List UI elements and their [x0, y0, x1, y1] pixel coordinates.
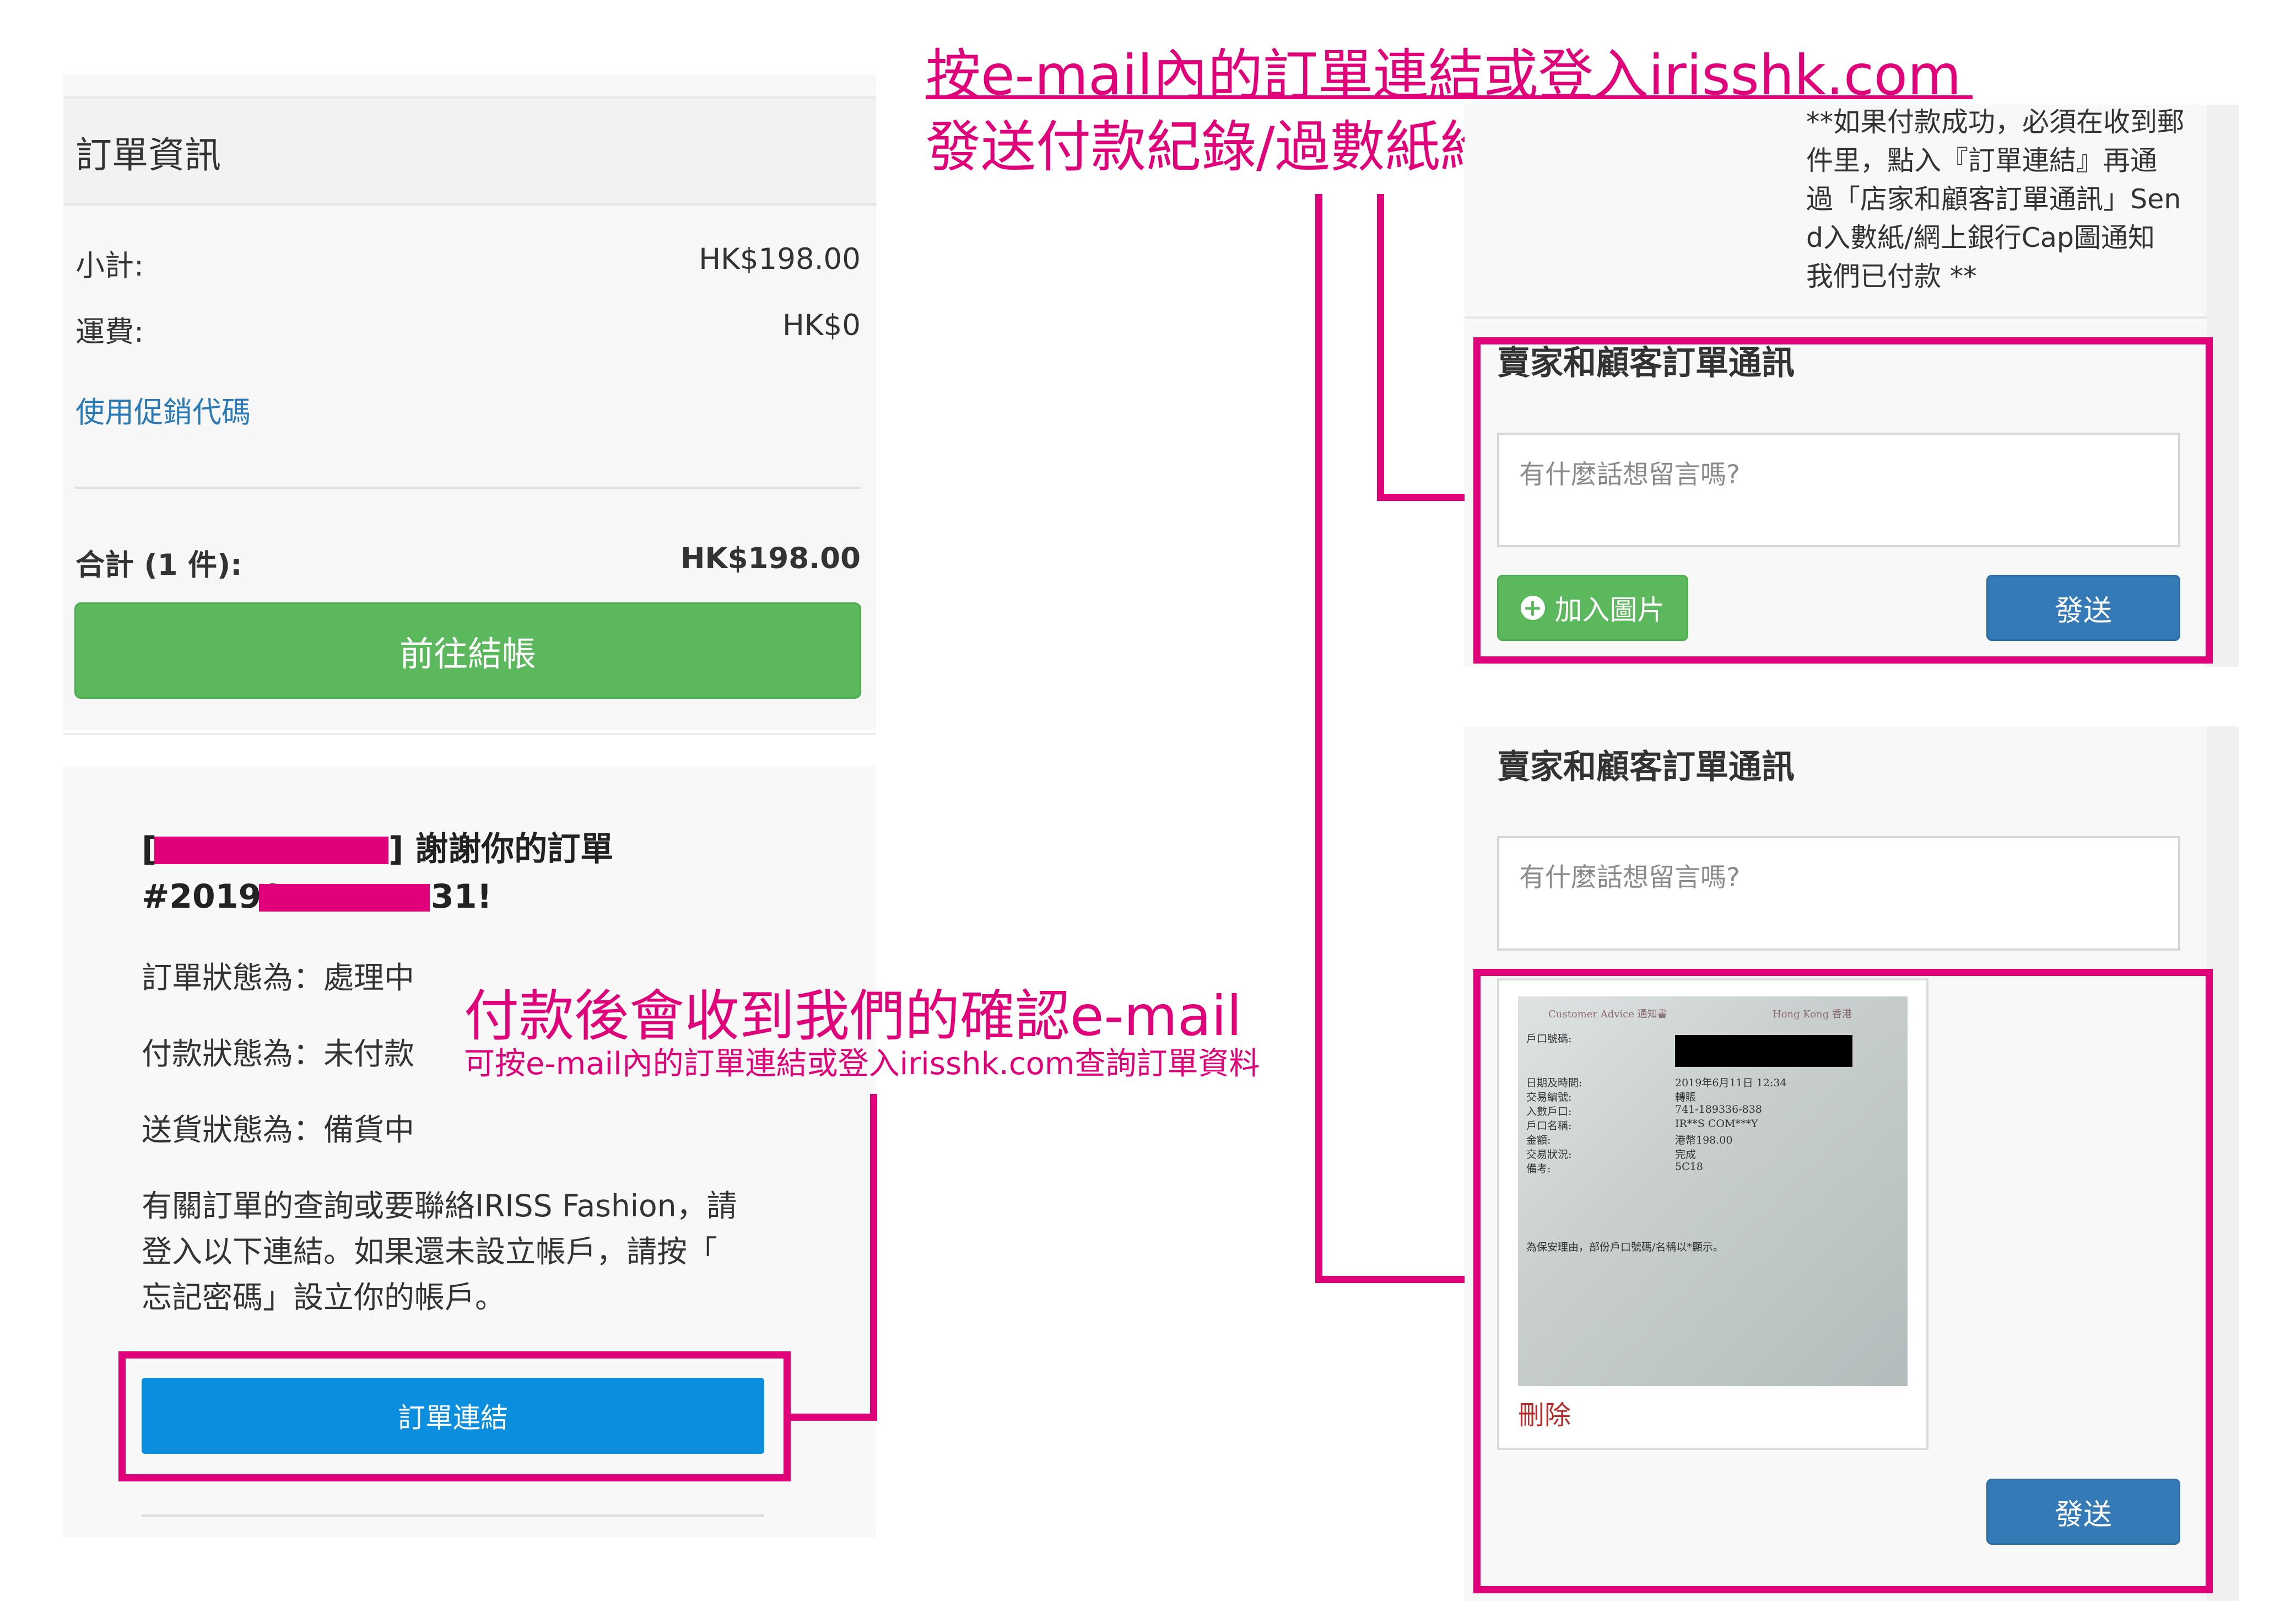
connector-to-box1-horizontal [1377, 494, 1473, 501]
panel-separator [63, 733, 876, 735]
message-box-2-title: 賣家和顧客訂單通訊 [1497, 748, 1795, 786]
order-info-divider [74, 487, 861, 489]
highlight-message-box-2 [1473, 969, 2213, 1593]
checkout-button[interactable]: 前往結帳 [74, 602, 861, 699]
payment-status: 付款狀態為：未付款 [142, 1036, 415, 1071]
order-status: 訂單狀態為：處理中 [142, 960, 415, 995]
note-divider [1465, 316, 2207, 319]
redaction-bar-order [259, 884, 430, 912]
shipping-value: HK$0 [782, 309, 861, 342]
connector-vertical-left [870, 1094, 877, 1421]
inquiry-line-3: 忘記密碼」設立你的帳戶。 [142, 1280, 506, 1315]
payment-note-line-2: 件里，點入『訂單連結』再通 [1806, 145, 2158, 176]
connector-horizontal-left [788, 1414, 877, 1421]
shipping-label: 運費: [75, 315, 144, 349]
payment-note-line-1: **如果付款成功，必須在收到郵 [1806, 106, 2185, 138]
total-value: HK$198.00 [680, 542, 861, 575]
payment-note-line-4: d入數紙/網上銀行Cap圖通知 [1806, 222, 2155, 254]
message-input-2-placeholder: 有什麼話想留言嗎? [1519, 863, 1740, 893]
promo-code-link[interactable]: 使用促銷代碼 [75, 389, 251, 431]
email-order-suffix: 31! [431, 877, 492, 916]
redaction-bar-name [154, 837, 388, 864]
connector-to-box2-vertical [1315, 194, 1322, 1283]
highlight-order-link [118, 1351, 791, 1481]
payment-note-line-3: 過「店家和顧客訂單通訊」Sen [1806, 184, 2181, 215]
connector-to-box1-vertical [1377, 194, 1384, 501]
payment-note-line-5: 我們已付款 ** [1806, 261, 1977, 292]
order-info-title: 訂單資訊 [75, 134, 221, 176]
shipping-status: 送貨狀態為：備貨中 [142, 1112, 415, 1147]
annotation-confirm-email-sub: 可按e-mail內的訂單連結或登入irisshk.com查詢訂單資料 [464, 1046, 1260, 1082]
email-divider [142, 1514, 764, 1517]
connector-to-box2-horizontal [1315, 1276, 1473, 1283]
highlight-message-box-1 [1473, 337, 2213, 664]
subtotal-label: 小計: [75, 249, 144, 283]
annotation-underline [926, 95, 1973, 99]
inquiry-line-2: 登入以下連結。如果還未設立帳戶，請按「 [142, 1234, 718, 1269]
inquiry-line-1: 有關訂單的查詢或要聯絡IRISS Fashion，請 [142, 1188, 737, 1223]
subtotal-value: HK$198.00 [699, 242, 861, 276]
total-label: 合計 (1 件): [75, 548, 242, 582]
email-thanks-rest: ] 謝謝你的訂單 [388, 830, 614, 869]
